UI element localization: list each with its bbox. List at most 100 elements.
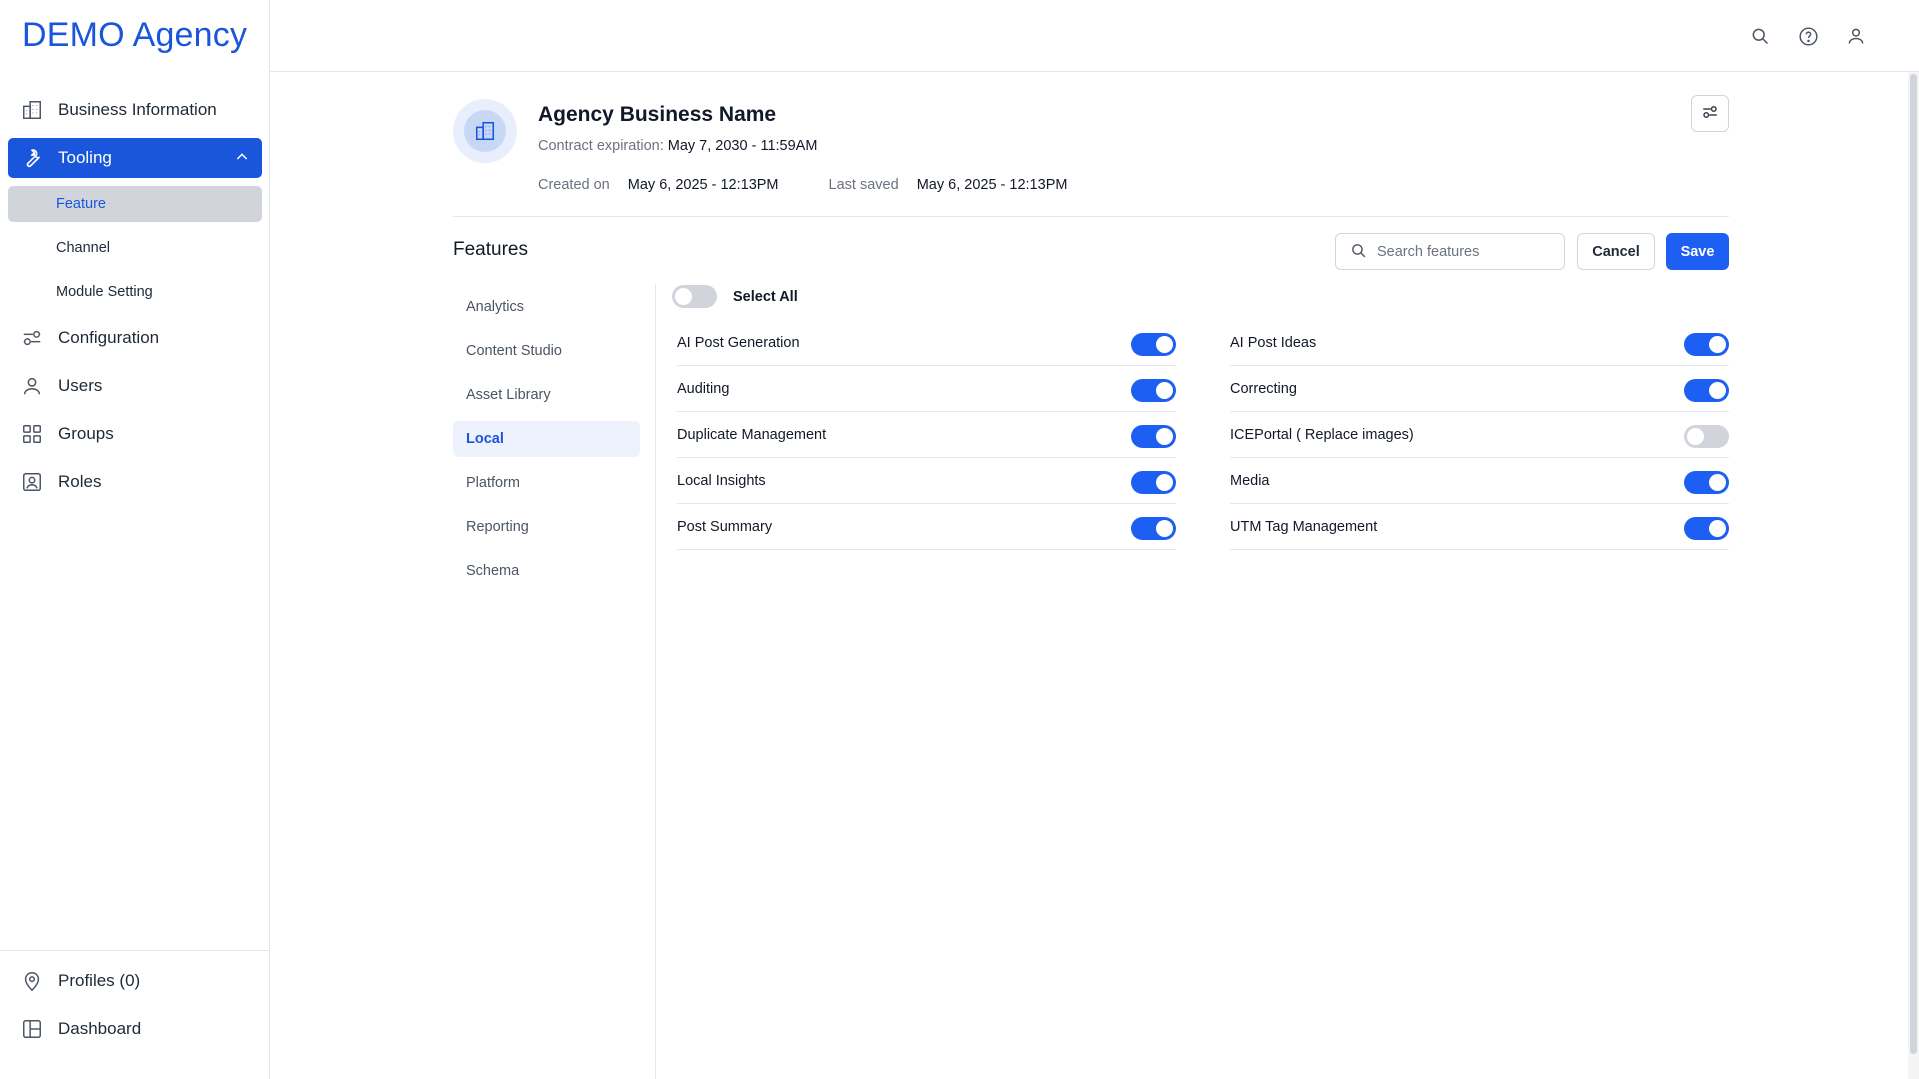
feature-toggle[interactable] [1684, 471, 1729, 494]
search-features[interactable] [1335, 233, 1565, 270]
business-header: Agency Business Name Contract expiration… [453, 95, 1729, 217]
contract-value: May 7, 2030 - 11:59AM [667, 138, 818, 154]
feature-row: AI Post Generation [677, 320, 1176, 366]
toggle-knob [1156, 382, 1173, 399]
select-all-label: Select All [733, 288, 798, 305]
toggle-knob [1709, 520, 1726, 537]
category-item[interactable]: Reporting [453, 509, 640, 545]
category-item[interactable]: Local [453, 421, 640, 457]
sidebar-item-users[interactable]: Users [8, 366, 262, 406]
search-input[interactable] [1377, 243, 1557, 260]
feature-toggle[interactable] [1684, 425, 1729, 448]
sliders-icon [1701, 103, 1719, 124]
toggle-knob [1709, 474, 1726, 491]
feature-toggle[interactable] [1131, 471, 1176, 494]
feature-row: ICEPortal ( Replace images) [1230, 412, 1729, 458]
feature-row: Media [1230, 458, 1729, 504]
feature-label: Local Insights [677, 472, 766, 489]
sidebar-item-groups[interactable]: Groups [8, 414, 262, 454]
feature-toggle[interactable] [1684, 517, 1729, 540]
search-icon[interactable] [1748, 24, 1772, 48]
category-item[interactable]: Analytics [453, 289, 640, 325]
sidebar-nav: Business Information Tooling Feature Cha… [8, 90, 262, 510]
brand-logo[interactable]: DEMO Agency [22, 16, 247, 55]
toggle-knob [675, 288, 692, 305]
feature-toggle[interactable] [1684, 379, 1729, 402]
sidebar-item-label: Configuration [58, 328, 160, 347]
sidebar-item-label: Users [58, 376, 103, 395]
saved-label: Last saved [828, 177, 899, 193]
divider [655, 284, 656, 1079]
building-icon [464, 110, 506, 152]
feature-row: Post Summary [677, 504, 1176, 550]
sidebar-item-label: Groups [58, 424, 114, 443]
user-icon [20, 374, 44, 398]
sidebar-item-label: Dashboard [58, 1019, 142, 1038]
contract-label: Contract expiration: [538, 138, 664, 154]
sidebar: DEMO Agency Business Information Tooling… [0, 0, 270, 1079]
id-badge-icon [20, 470, 44, 494]
toggle-knob [1709, 336, 1726, 353]
scrollbar-thumb[interactable] [1910, 74, 1917, 1054]
sidebar-subitem-feature[interactable]: Feature [8, 186, 262, 222]
cancel-button[interactable]: Cancel [1577, 233, 1655, 270]
feature-label: Media [1230, 472, 1270, 489]
created-label: Created on [538, 177, 610, 193]
tooling-subnav: Feature Channel Module Setting [8, 186, 262, 310]
feature-label: AI Post Ideas [1230, 334, 1317, 351]
layout-icon [20, 1017, 44, 1041]
sidebar-bottom: Profiles (0) Dashboard [0, 950, 269, 1057]
wrench-icon [20, 146, 44, 170]
feature-label: Duplicate Management [677, 426, 827, 443]
feature-toggle[interactable] [1131, 379, 1176, 402]
feature-row: AI Post Ideas [1230, 320, 1729, 366]
help-icon[interactable] [1796, 24, 1820, 48]
toggle-knob [1156, 474, 1173, 491]
page-scrollbar[interactable] [1908, 72, 1919, 1079]
select-all-row: Select All [672, 285, 798, 308]
sidebar-item-label: Profiles (0) [58, 971, 141, 990]
search-icon [1350, 242, 1367, 262]
record-meta: Created on May 6, 2025 - 12:13PM Last sa… [538, 177, 1067, 193]
top-bar [270, 0, 1919, 72]
feature-label: Auditing [677, 380, 730, 397]
toggle-knob [1156, 336, 1173, 353]
save-button[interactable]: Save [1666, 233, 1729, 270]
feature-label: Post Summary [677, 518, 773, 535]
category-list: Analytics Content Studio Asset Library Loca… [453, 289, 640, 597]
map-pin-icon [20, 969, 44, 993]
user-account-icon[interactable] [1844, 24, 1868, 48]
feature-row: Auditing [677, 366, 1176, 412]
sidebar-item-roles[interactable]: Roles [8, 462, 262, 502]
sidebar-item-tooling[interactable]: Tooling [8, 138, 262, 178]
category-item[interactable]: Schema [453, 553, 640, 589]
toggle-knob [1687, 428, 1704, 445]
select-all-toggle[interactable] [672, 285, 717, 308]
sliders-icon [20, 326, 44, 350]
category-item[interactable]: Content Studio [453, 333, 640, 369]
feature-label: AI Post Generation [677, 334, 800, 351]
sidebar-subitem-channel[interactable]: Channel [8, 230, 262, 266]
sidebar-item-dashboard[interactable]: Dashboard [8, 1009, 261, 1049]
feature-toggle[interactable] [1131, 517, 1176, 540]
feature-toggle[interactable] [1684, 333, 1729, 356]
chevron-up-icon[interactable] [234, 149, 250, 170]
settings-button[interactable] [1691, 95, 1729, 132]
page-title: Agency Business Name [538, 103, 777, 126]
toggle-knob [1156, 428, 1173, 445]
created-value: May 6, 2025 - 12:13PM [627, 177, 779, 193]
toggle-knob [1156, 520, 1173, 537]
contract-expiration: Contract expiration: May 7, 2030 - 11:59… [538, 138, 817, 154]
features-title: Features [453, 239, 528, 260]
category-item[interactable]: Platform [453, 465, 640, 501]
sidebar-item-configuration[interactable]: Configuration [8, 318, 262, 358]
sidebar-item-business-information[interactable]: Business Information [8, 90, 262, 130]
sidebar-subitem-module-setting[interactable]: Module Setting [8, 274, 262, 310]
saved-value: May 6, 2025 - 12:13PM [916, 177, 1068, 193]
feature-toggle[interactable] [1131, 425, 1176, 448]
feature-toggle[interactable] [1131, 333, 1176, 356]
sidebar-item-label: Roles [58, 472, 102, 491]
category-item[interactable]: Asset Library [453, 377, 640, 413]
sidebar-item-profiles[interactable]: Profiles (0) [8, 961, 261, 1001]
feature-row: Duplicate Management [677, 412, 1176, 458]
